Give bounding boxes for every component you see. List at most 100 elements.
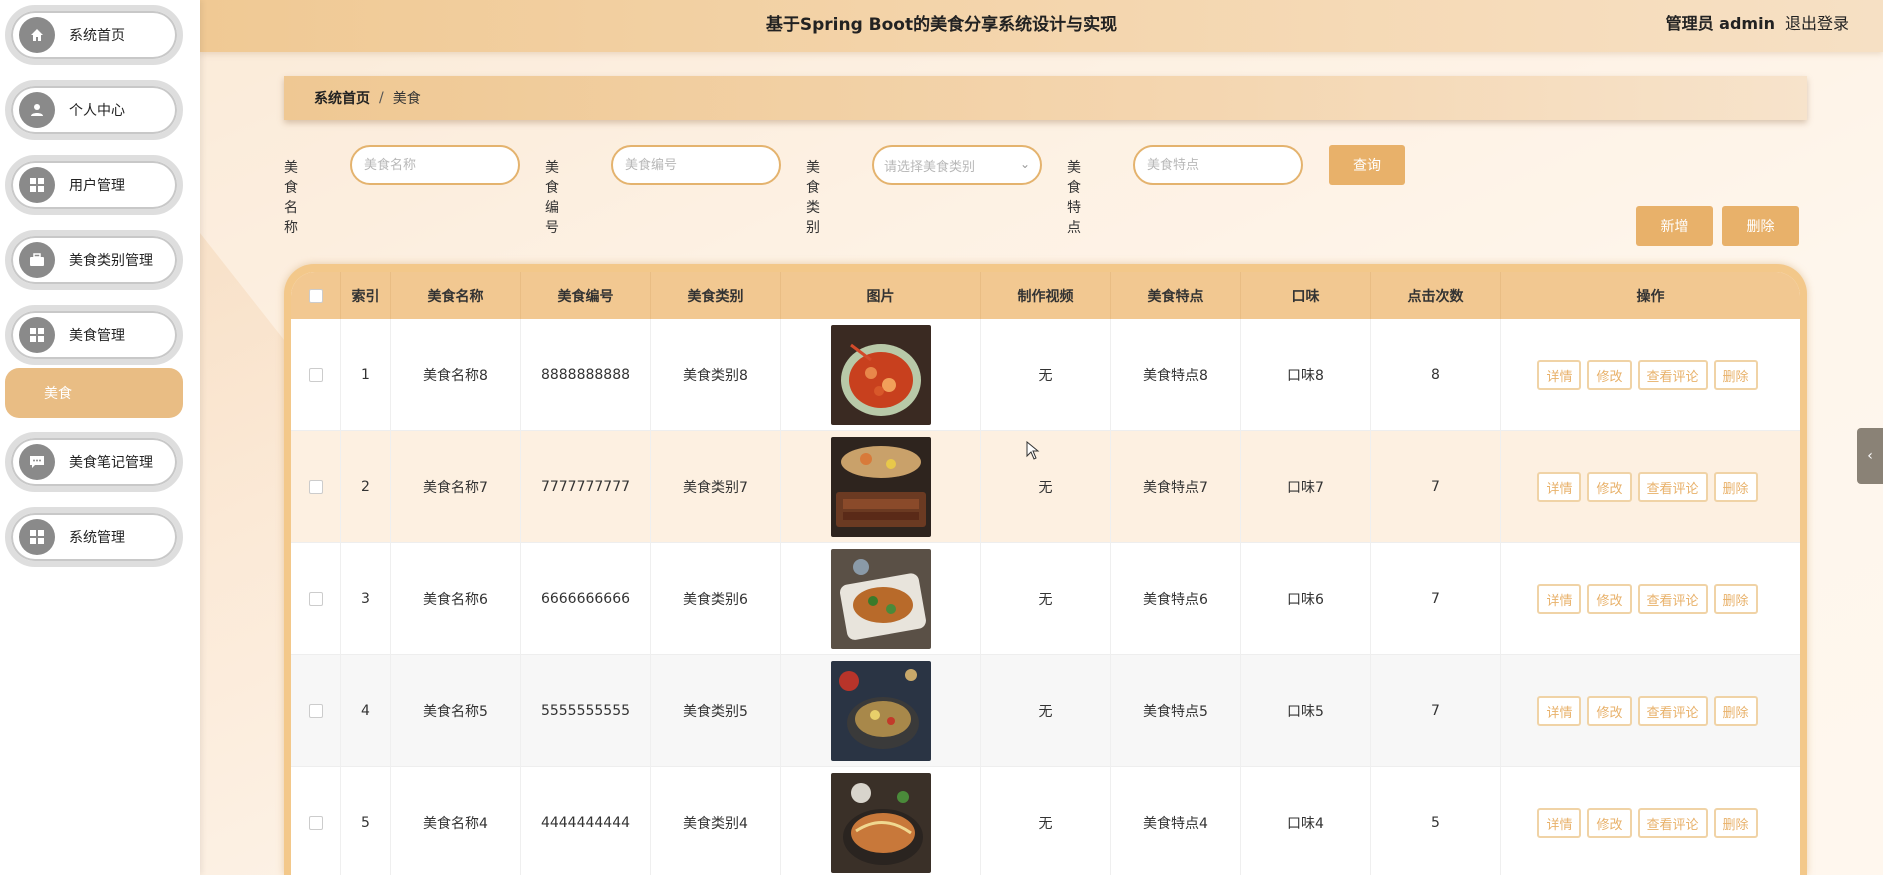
view-comments-button[interactable]: 查看评论 <box>1637 696 1708 726</box>
type-select[interactable]: 请选择美食类别 ⌄ <box>872 145 1042 185</box>
cell-type: 美食类别7 <box>651 431 781 543</box>
cell-image <box>781 767 981 875</box>
sidebar-item-label: 美食笔记管理 <box>69 455 153 471</box>
feature-input[interactable] <box>1133 145 1303 185</box>
view-comments-button[interactable]: 查看评论 <box>1637 808 1708 838</box>
home-icon <box>19 17 55 53</box>
row-checkbox[interactable] <box>291 431 341 543</box>
table-row: 4 美食名称5 5555555555 美食类别5 无 美食特点5 口味5 7 详… <box>291 655 1800 767</box>
view-comments-button[interactable]: 查看评论 <box>1637 584 1708 614</box>
header-name: 美食名称 <box>391 272 521 319</box>
cell-clicks: 7 <box>1371 655 1501 767</box>
name-label: 美食名称 <box>284 160 298 236</box>
edit-button[interactable]: 修改 <box>1587 472 1632 502</box>
edit-button[interactable]: 修改 <box>1587 808 1632 838</box>
breadcrumb-home[interactable]: 系统首页 <box>314 88 370 108</box>
row-checkbox[interactable] <box>291 767 341 875</box>
row-delete-button[interactable]: 删除 <box>1713 584 1758 614</box>
sidebar-item-food-notes[interactable]: 美食笔记管理 <box>5 432 183 492</box>
cell-code: 7777777777 <box>521 431 651 543</box>
collapse-tab[interactable]: ‹ <box>1857 428 1883 484</box>
row-delete-button[interactable]: 删除 <box>1713 696 1758 726</box>
detail-button[interactable]: 详情 <box>1537 696 1582 726</box>
cell-clicks: 7 <box>1371 543 1501 655</box>
cell-name: 美食名称4 <box>391 767 521 875</box>
type-label: 美食类别 <box>806 160 820 236</box>
edit-button[interactable]: 修改 <box>1587 696 1632 726</box>
sidebar-item-profile[interactable]: 个人中心 <box>5 80 183 140</box>
cell-operations: 详情 修改 查看评论 删除 <box>1501 767 1800 875</box>
cell-name: 美食名称8 <box>391 319 521 431</box>
food-image[interactable] <box>830 437 931 537</box>
view-comments-button[interactable]: 查看评论 <box>1637 472 1708 502</box>
cell-taste: 口味8 <box>1241 319 1371 431</box>
sidebar-item-label: 用户管理 <box>69 178 125 194</box>
sidebar-subitem-food[interactable]: 美食 <box>5 368 183 418</box>
detail-button[interactable]: 详情 <box>1537 360 1582 390</box>
header-index: 索引 <box>341 272 391 319</box>
food-image[interactable] <box>830 325 931 425</box>
cell-taste: 口味5 <box>1241 655 1371 767</box>
add-button[interactable]: 新增 <box>1636 206 1713 246</box>
sidebar-item-food[interactable]: 美食管理 <box>5 305 183 365</box>
header-select-all[interactable] <box>291 272 341 319</box>
delete-button[interactable]: 删除 <box>1722 206 1799 246</box>
sidebar-item-users[interactable]: 用户管理 <box>5 155 183 215</box>
row-checkbox[interactable] <box>291 319 341 431</box>
header-code: 美食编号 <box>521 272 651 319</box>
user-area: 管理员 admin 退出登录 <box>1666 0 1849 44</box>
cell-video: 无 <box>981 655 1111 767</box>
sidebar-item-label: 系统管理 <box>69 530 125 546</box>
header-clicks: 点击次数 <box>1371 272 1501 319</box>
detail-button[interactable]: 详情 <box>1537 808 1582 838</box>
table-row: 1 美食名称8 8888888888 美食类别8 无 美食特点8 口味8 8 详… <box>291 319 1800 431</box>
cell-image <box>781 543 981 655</box>
sidebar-item-home[interactable]: 系统首页 <box>5 5 183 65</box>
logout-link[interactable]: 退出登录 <box>1785 10 1849 34</box>
food-image[interactable] <box>830 773 931 873</box>
table-card: 索引 美食名称 美食编号 美食类别 图片 制作视频 美食特点 口味 点击次数 操… <box>284 264 1807 875</box>
cell-code: 4444444444 <box>521 767 651 875</box>
cell-index: 2 <box>341 431 391 543</box>
detail-button[interactable]: 详情 <box>1537 584 1582 614</box>
cell-image <box>781 319 981 431</box>
edit-button[interactable]: 修改 <box>1587 584 1632 614</box>
cell-clicks: 8 <box>1371 319 1501 431</box>
detail-button[interactable]: 详情 <box>1537 472 1582 502</box>
cell-type: 美食类别5 <box>651 655 781 767</box>
grid-icon <box>19 519 55 555</box>
name-input[interactable] <box>350 145 520 185</box>
cell-code: 6666666666 <box>521 543 651 655</box>
sidebar-item-food-category[interactable]: 美食类别管理 <box>5 230 183 290</box>
header-image: 图片 <box>781 272 981 319</box>
cell-type: 美食类别8 <box>651 319 781 431</box>
cell-index: 5 <box>341 767 391 875</box>
query-button[interactable]: 查询 <box>1329 145 1405 185</box>
row-checkbox[interactable] <box>291 543 341 655</box>
code-input[interactable] <box>611 145 781 185</box>
chat-icon <box>19 444 55 480</box>
row-delete-button[interactable]: 删除 <box>1713 360 1758 390</box>
cell-video: 无 <box>981 767 1111 875</box>
sidebar-item-system[interactable]: 系统管理 <box>5 507 183 567</box>
type-select-placeholder: 请选择美食类别 <box>884 159 976 175</box>
food-image[interactable] <box>830 549 931 649</box>
sidebar: 系统首页 个人中心 用户管理 美食类别管理 美食管理 美食 美食笔记管理 系统管… <box>0 0 200 875</box>
cell-operations: 详情 修改 查看评论 删除 <box>1501 319 1800 431</box>
cell-feature: 美食特点6 <box>1111 543 1241 655</box>
mouse-cursor-icon <box>1026 441 1040 460</box>
cell-image <box>781 655 981 767</box>
row-delete-button[interactable]: 删除 <box>1713 472 1758 502</box>
chevron-down-icon: ⌄ <box>1019 157 1030 171</box>
food-image[interactable] <box>830 661 931 761</box>
edit-button[interactable]: 修改 <box>1587 360 1632 390</box>
cell-clicks: 7 <box>1371 431 1501 543</box>
cell-feature: 美食特点5 <box>1111 655 1241 767</box>
row-delete-button[interactable]: 删除 <box>1713 808 1758 838</box>
cell-index: 4 <box>341 655 391 767</box>
view-comments-button[interactable]: 查看评论 <box>1637 360 1708 390</box>
user-icon <box>19 92 55 128</box>
cell-type: 美食类别6 <box>651 543 781 655</box>
briefcase-icon <box>19 242 55 278</box>
row-checkbox[interactable] <box>291 655 341 767</box>
